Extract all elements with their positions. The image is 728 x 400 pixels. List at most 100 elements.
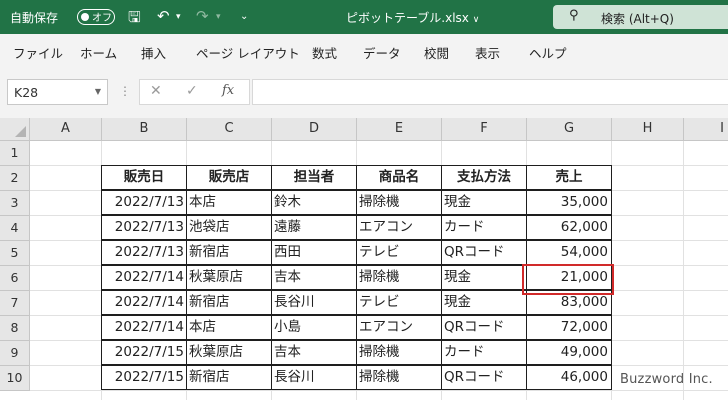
row-header-8[interactable]: 8	[0, 316, 30, 341]
cell-b3[interactable]: 2022/7/13	[101, 190, 187, 215]
cell-e5[interactable]: テレビ	[356, 240, 442, 265]
cell-g8[interactable]: 72,000	[526, 315, 612, 340]
cell-e7[interactable]: テレビ	[356, 290, 442, 315]
row-header-6[interactable]: 6	[0, 266, 30, 291]
cell-b9[interactable]: 2022/7/15	[101, 340, 187, 365]
header-cell-store[interactable]: 販売店	[186, 165, 272, 190]
select-all-button[interactable]	[0, 118, 30, 141]
column-header-e[interactable]: E	[357, 118, 442, 141]
cell-e6[interactable]: 掃除機	[356, 265, 442, 290]
row-header-2[interactable]: 2	[0, 166, 30, 191]
cell-e10[interactable]: 掃除機	[356, 365, 442, 390]
cell-g9[interactable]: 49,000	[526, 340, 612, 365]
cell-e9[interactable]: 掃除機	[356, 340, 442, 365]
cell-e3[interactable]: 掃除機	[356, 190, 442, 215]
more-options-icon[interactable]: ⋮	[119, 84, 131, 98]
cell-f10[interactable]: QRコード	[441, 365, 527, 390]
row-header-10[interactable]: 10	[0, 366, 30, 391]
name-box[interactable]: K28 ▼	[7, 79, 108, 105]
tab-review[interactable]: 校閲	[424, 43, 449, 62]
cell-d4[interactable]: 遠藤	[271, 215, 357, 240]
cell-g10[interactable]: 46,000	[526, 365, 612, 390]
row-header-4[interactable]: 4	[0, 216, 30, 241]
tab-file[interactable]: ファイル	[13, 43, 63, 62]
cell-f7[interactable]: 現金	[441, 290, 527, 315]
cell-f8[interactable]: QRコード	[441, 315, 527, 340]
search-icon: ⚲	[569, 8, 579, 23]
cell-f3[interactable]: 現金	[441, 190, 527, 215]
redo-icon: ↷	[196, 7, 209, 25]
cell-g3[interactable]: 35,000	[526, 190, 612, 215]
cell-d7[interactable]: 長谷川	[271, 290, 357, 315]
cell-d3[interactable]: 鈴木	[271, 190, 357, 215]
undo-icon[interactable]: ↶	[157, 7, 170, 25]
cell-f6[interactable]: 現金	[441, 265, 527, 290]
formula-input[interactable]	[252, 79, 728, 105]
cell-c6[interactable]: 秋葉原店	[186, 265, 272, 290]
row-header-5[interactable]: 5	[0, 241, 30, 266]
cell-b6[interactable]: 2022/7/14	[101, 265, 187, 290]
cell-c7[interactable]: 新宿店	[186, 290, 272, 315]
cell-f9[interactable]: カード	[441, 340, 527, 365]
undo-dropdown-icon[interactable]: ▾	[176, 12, 181, 22]
spreadsheet-grid: A B C D E F G H I 1 2 3 4 5 6 7 8 9 10 販…	[0, 118, 728, 400]
column-header-g[interactable]: G	[527, 118, 612, 141]
cell-e4[interactable]: エアコン	[356, 215, 442, 240]
cell-f4[interactable]: カード	[441, 215, 527, 240]
column-header-f[interactable]: F	[442, 118, 527, 141]
column-header-i[interactable]: I	[684, 118, 728, 141]
tab-formulas[interactable]: 数式	[312, 43, 337, 62]
cell-c8[interactable]: 本店	[186, 315, 272, 340]
customize-toolbar-icon[interactable]: ⌄	[240, 11, 248, 22]
header-cell-staff[interactable]: 担当者	[271, 165, 357, 190]
cell-g5[interactable]: 54,000	[526, 240, 612, 265]
column-header-h[interactable]: H	[612, 118, 684, 141]
gridline	[683, 141, 684, 400]
tab-help[interactable]: ヘルプ	[529, 43, 567, 62]
cell-b7[interactable]: 2022/7/14	[101, 290, 187, 315]
cell-b5[interactable]: 2022/7/13	[101, 240, 187, 265]
header-cell-sales[interactable]: 売上	[526, 165, 612, 190]
header-cell-date[interactable]: 販売日	[101, 165, 187, 190]
column-header-b[interactable]: B	[102, 118, 187, 141]
cell-b8[interactable]: 2022/7/14	[101, 315, 187, 340]
column-header-c[interactable]: C	[187, 118, 272, 141]
save-icon[interactable]: 🖫	[128, 7, 141, 32]
search-box[interactable]: ⚲ 検索 (Alt+Q)	[553, 5, 728, 29]
cell-g4[interactable]: 62,000	[526, 215, 612, 240]
cell-b10[interactable]: 2022/7/15	[101, 365, 187, 390]
cancel-icon[interactable]: ✕	[150, 83, 162, 99]
cell-c9[interactable]: 秋葉原店	[186, 340, 272, 365]
cell-d6[interactable]: 吉本	[271, 265, 357, 290]
row-header-7[interactable]: 7	[0, 291, 30, 316]
tab-view[interactable]: 表示	[475, 43, 500, 62]
cell-e8[interactable]: エアコン	[356, 315, 442, 340]
row-header-3[interactable]: 3	[0, 191, 30, 216]
column-header-a[interactable]: A	[30, 118, 102, 141]
column-header-d[interactable]: D	[272, 118, 357, 141]
cell-d10[interactable]: 長谷川	[271, 365, 357, 390]
cell-c4[interactable]: 池袋店	[186, 215, 272, 240]
autosave-toggle[interactable]: オフ	[77, 9, 115, 25]
cell-b4[interactable]: 2022/7/13	[101, 215, 187, 240]
enter-icon[interactable]: ✓	[186, 83, 198, 99]
cell-d5[interactable]: 西田	[271, 240, 357, 265]
tab-insert[interactable]: 挿入	[141, 43, 166, 62]
cell-f5[interactable]: QRコード	[441, 240, 527, 265]
chevron-down-icon[interactable]: ▼	[95, 87, 101, 96]
header-cell-payment[interactable]: 支払方法	[441, 165, 527, 190]
row-header-9[interactable]: 9	[0, 341, 30, 366]
row-header-1[interactable]: 1	[0, 141, 30, 166]
cell-c10[interactable]: 新宿店	[186, 365, 272, 390]
cell-c3[interactable]: 本店	[186, 190, 272, 215]
tab-home[interactable]: ホーム	[80, 43, 117, 62]
insert-function-icon[interactable]: fx	[222, 83, 234, 98]
file-name[interactable]: ピボットテーブル.xlsx ∨	[346, 9, 479, 26]
cell-d9[interactable]: 吉本	[271, 340, 357, 365]
tab-page-layout[interactable]: ページ レイアウト	[196, 43, 300, 62]
header-cell-product[interactable]: 商品名	[356, 165, 442, 190]
tab-data[interactable]: データ	[363, 43, 401, 62]
cell-c5[interactable]: 新宿店	[186, 240, 272, 265]
cell-d8[interactable]: 小島	[271, 315, 357, 340]
chevron-down-icon: ∨	[472, 15, 480, 25]
